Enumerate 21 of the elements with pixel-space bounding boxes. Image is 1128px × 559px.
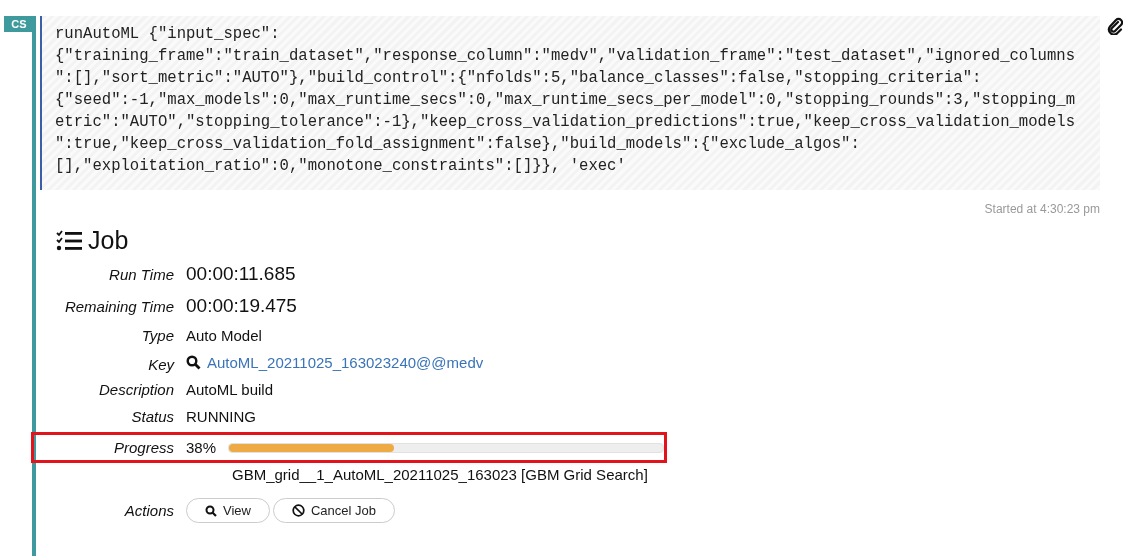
field-label: Type [140,327,174,344]
code-input[interactable]: runAutoML {"input_spec": {"training_frame":"train_dataset","response_column":"medv","validation_frame":"test_dataset","ignored_columns ":[],"sort_metric":"AUTO"},"build_control":{"nfolds":5,"balance_classes":false,"stopping_criteria": {"seed":-1,"max_models":0,"max_runtime_secs":0,"max_runtime_secs_per_model":0,"stopping_rounds":3,"stopping_m etric":"AUTO","stopping_tolerance":-1},"keep_cross_validation_predictions":true,"keep_cross_validation_models ":true,"keep_cross_validation_fold_assignment":false},"build_models":{"exclude_algos": [],"exploitation_ratio":0,"monotone_constraints":[]}}, 'exec' [40,16,1100,190]
job-detail: GBM_grid__1_AutoML_20211025_163023 [GBM Grid Search] [232,466,648,483]
field-label: Run Time [108,266,174,283]
field-label: Status [130,408,174,425]
field-label: Key [147,356,174,373]
field-label: Progress [112,439,174,456]
field-label: Description [97,381,174,398]
start-time: Started at 4:30:23 pm [983,202,1100,216]
progress-percent: 38% [186,439,217,456]
field-value: AutoML build [186,381,273,398]
field-value: RUNNING [186,408,256,425]
cancel-job-button[interactable]: Cancel Job [272,498,395,523]
field-value: 00:00:19.475 [186,295,297,317]
field-label: Remaining Time [63,298,174,315]
field-value: 00:00:11.685 [186,263,296,285]
key-link[interactable]: AutoML_20211025_163023240@@medv [207,354,484,371]
field-label: Actions [123,502,174,519]
field-value: Auto Model [186,327,262,344]
view-button[interactable]: View [186,498,270,523]
job-title: Job [88,226,129,255]
